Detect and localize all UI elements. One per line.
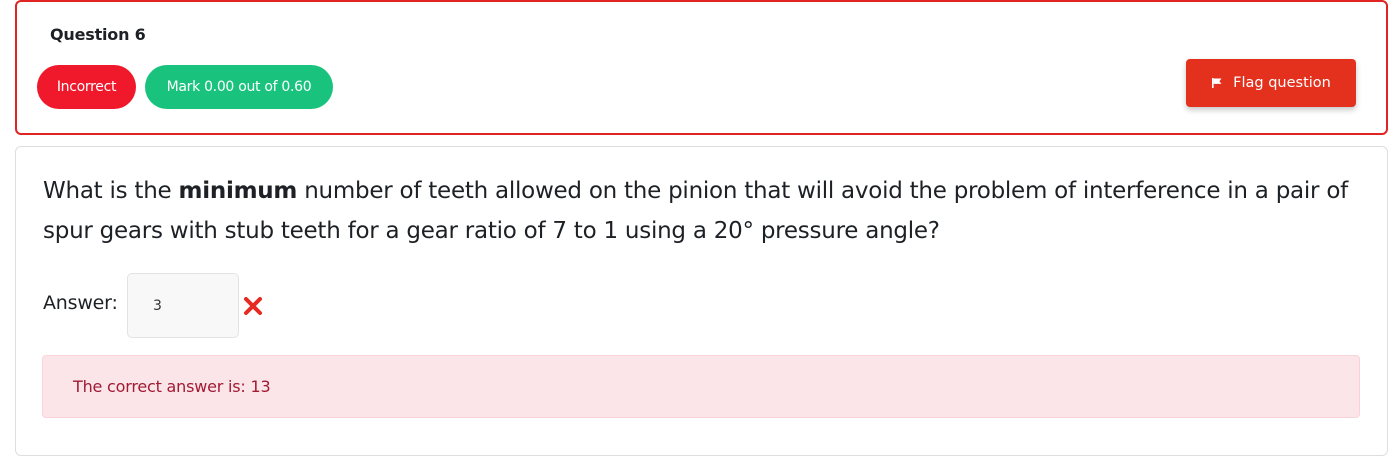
status-badge: Incorrect — [37, 65, 136, 109]
correct-answer-feedback: The correct answer is: 13 — [42, 355, 1360, 418]
cross-icon — [242, 295, 264, 317]
answer-input[interactable] — [127, 273, 239, 338]
question-content-card: What is the minimum number of teeth allo… — [15, 146, 1388, 456]
mark-badge: Mark 0.00 out of 0.60 — [145, 65, 333, 109]
question-text-start: What is the — [43, 178, 179, 204]
flag-icon — [1211, 77, 1223, 89]
question-text: What is the minimum number of teeth allo… — [43, 171, 1373, 251]
flag-question-label: Flag question — [1233, 75, 1331, 91]
question-info-card: Question 6 Incorrect Mark 0.00 out of 0.… — [15, 0, 1388, 135]
answer-label: Answer: — [43, 292, 118, 314]
flag-question-button[interactable]: Flag question — [1186, 59, 1356, 107]
question-title: Question 6 — [50, 25, 146, 44]
question-text-emphasis: minimum — [178, 178, 298, 204]
